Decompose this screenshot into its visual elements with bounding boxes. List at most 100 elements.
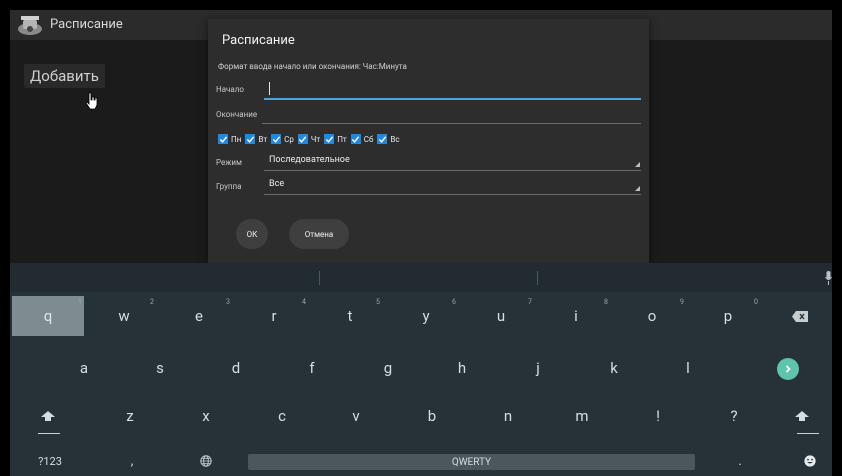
key-hint: 4 xyxy=(302,298,306,306)
key-l[interactable]: l xyxy=(652,348,724,388)
text-caret xyxy=(269,82,270,95)
mic-icon[interactable] xyxy=(825,271,832,285)
day-thu[interactable]: Чт xyxy=(297,134,320,144)
group-value: Все xyxy=(269,179,285,189)
hand-cursor-icon xyxy=(85,92,98,110)
day-sat[interactable]: Сб xyxy=(350,134,374,144)
key-hint: 7 xyxy=(528,298,532,306)
key-hint: 3 xyxy=(226,298,230,306)
key-o[interactable]: o xyxy=(616,296,688,336)
add-button[interactable]: Добавить xyxy=(24,64,105,88)
end-label: Окончание xyxy=(216,110,258,119)
shift-icon xyxy=(41,411,55,421)
key-hint: 8 xyxy=(604,298,608,306)
checkbox-checked-icon xyxy=(271,134,282,144)
key-m[interactable]: m xyxy=(546,395,618,437)
soft-keyboard: q 1 w 2 e 3 r 4 t 5 y 6 u 7 i 8 o 9 p 0 … xyxy=(10,263,832,476)
mode-value: Последовательное xyxy=(269,155,350,165)
mode-select[interactable]: Последовательное xyxy=(264,152,641,170)
weekday-checkboxes: Пн Вт Ср Чт Пт Сб Вс xyxy=(218,132,404,146)
checkbox-checked-icon xyxy=(377,134,388,144)
app-title: Расписание xyxy=(50,17,123,32)
key-hint: 5 xyxy=(376,298,380,306)
schedule-dialog: Расписание Формат ввода начало или оконч… xyxy=(208,19,649,264)
ok-button[interactable]: ОК xyxy=(236,219,268,249)
app-logo-icon xyxy=(18,16,42,35)
shift-underline xyxy=(797,433,819,434)
emoji-icon xyxy=(804,455,816,467)
key-f[interactable]: f xyxy=(276,348,348,388)
key-d[interactable]: d xyxy=(200,348,272,388)
shift-underline xyxy=(38,433,60,434)
day-label: Пн xyxy=(231,134,242,144)
format-hint: Формат ввода начало или окончания: Час:М… xyxy=(218,62,407,71)
key-v[interactable]: v xyxy=(320,395,392,437)
key-n[interactable]: n xyxy=(472,395,544,437)
shift-key-left[interactable] xyxy=(12,395,84,437)
key-u[interactable]: u xyxy=(465,296,537,336)
day-label: Вс xyxy=(390,134,400,144)
key-hint: 6 xyxy=(452,298,456,306)
suggestion-strip xyxy=(10,263,832,292)
checkbox-checked-icon xyxy=(350,134,361,144)
key-g[interactable]: g xyxy=(352,348,424,388)
end-underline xyxy=(262,123,641,124)
day-label: Ср xyxy=(284,134,294,144)
mode-label: Режим xyxy=(216,158,242,167)
key-b[interactable]: b xyxy=(396,395,468,437)
checkbox-checked-icon xyxy=(324,134,335,144)
key-q[interactable]: q xyxy=(12,296,84,336)
key-k[interactable]: k xyxy=(578,348,650,388)
key-a[interactable]: a xyxy=(48,348,120,388)
key-c[interactable]: c xyxy=(246,395,318,437)
comma-key[interactable]: , xyxy=(110,448,154,474)
key-question[interactable]: ? xyxy=(698,395,770,437)
emoji-key[interactable] xyxy=(790,448,830,474)
suggestion-divider xyxy=(319,271,320,285)
backspace-key[interactable] xyxy=(770,296,830,336)
day-wed[interactable]: Ср xyxy=(271,134,294,144)
key-i[interactable]: i xyxy=(540,296,612,336)
mode-underline xyxy=(264,170,641,171)
cancel-button[interactable]: Отмена xyxy=(289,219,349,249)
group-underline xyxy=(264,194,641,195)
start-label: Начало xyxy=(216,85,244,94)
day-tue[interactable]: Вт xyxy=(245,134,267,144)
group-select[interactable]: Все xyxy=(264,176,641,194)
day-label: Вт xyxy=(258,134,268,144)
go-key[interactable] xyxy=(777,358,799,380)
key-e[interactable]: e xyxy=(163,296,235,336)
key-j[interactable]: j xyxy=(502,348,574,388)
space-bar[interactable]: QWERTY xyxy=(248,454,695,470)
period-key[interactable]: . xyxy=(718,448,762,474)
dialog-title: Расписание xyxy=(222,33,295,48)
key-hint: 0 xyxy=(754,298,758,306)
day-label: Сб xyxy=(363,134,374,144)
key-r[interactable]: r xyxy=(238,296,310,336)
key-h[interactable]: h xyxy=(426,348,498,388)
key-hint: 2 xyxy=(150,298,154,306)
go-arrow-icon xyxy=(785,365,791,373)
group-label: Группа xyxy=(216,182,242,191)
globe-icon xyxy=(200,455,212,467)
checkbox-checked-icon xyxy=(245,134,256,144)
start-underline xyxy=(264,98,641,100)
key-x[interactable]: x xyxy=(170,395,242,437)
backspace-icon xyxy=(792,310,808,322)
dropdown-arrow-icon xyxy=(635,162,640,167)
day-fri[interactable]: Пт xyxy=(324,134,347,144)
symbols-key[interactable]: ?123 xyxy=(20,448,80,474)
shift-icon xyxy=(795,411,809,421)
dropdown-arrow-icon xyxy=(635,186,640,191)
day-mon[interactable]: Пн xyxy=(218,134,241,144)
end-input[interactable] xyxy=(264,105,641,123)
key-hint: 1 xyxy=(78,298,82,306)
key-z[interactable]: z xyxy=(94,395,166,437)
day-sun[interactable]: Вс xyxy=(377,134,400,144)
language-key[interactable] xyxy=(186,448,226,474)
key-exclamation[interactable]: ! xyxy=(622,395,694,437)
key-hint: 9 xyxy=(680,298,684,306)
shift-key-right[interactable] xyxy=(774,395,830,437)
key-s[interactable]: s xyxy=(124,348,196,388)
day-label: Пт xyxy=(337,134,347,144)
